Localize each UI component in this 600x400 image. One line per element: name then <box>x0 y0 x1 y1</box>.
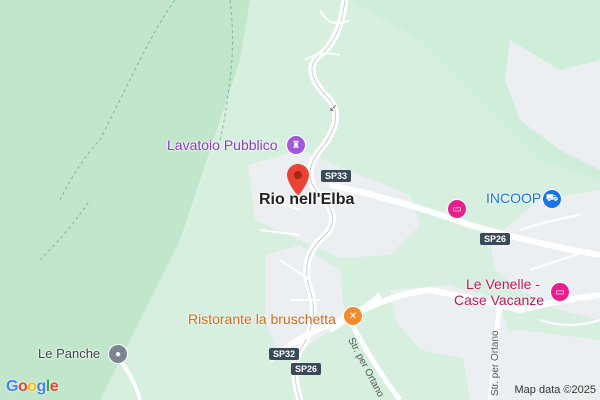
hotel-bed-icon-venelle[interactable]: ▭ <box>550 282 570 302</box>
town-label: Rio nell'Elba <box>259 191 355 208</box>
poi-label-incoop[interactable]: INCOOP <box>486 190 541 206</box>
landmark-icon[interactable]: ● <box>108 344 128 364</box>
road-direction-arrow-icon: ↙ <box>329 103 338 114</box>
poi-label-venelle-line2[interactable]: Case Vacanze <box>454 292 544 308</box>
road-shield-sp33: SP33 <box>321 170 352 182</box>
road-shield-sp26-bottom: SP26 <box>291 363 322 375</box>
poi-label-panche[interactable]: Le Panche <box>38 346 100 361</box>
road-shield-sp32: SP32 <box>269 348 300 360</box>
map-view[interactable]: Rio nell'Elba Lavatoio Pubblico ♜ SP33 ▭… <box>0 0 600 400</box>
poi-label-venelle-line1[interactable]: Le Venelle - <box>466 276 540 292</box>
street-label-ortano-2: Str. per Ortano <box>490 330 501 396</box>
road-shield-sp26-right: SP26 <box>480 233 511 245</box>
google-logo: Google <box>6 378 59 395</box>
shopping-cart-icon[interactable]: ⛟ <box>542 189 562 209</box>
hotel-bed-icon[interactable]: ▭ <box>447 199 467 219</box>
poi-label-lavatoio[interactable]: Lavatoio Pubblico <box>167 137 278 153</box>
poi-label-ristorante[interactable]: Ristorante la bruschetta <box>188 311 336 327</box>
map-attribution[interactable]: Map data ©2025 <box>515 384 597 396</box>
restaurant-icon[interactable]: ✕ <box>343 306 363 326</box>
tower-icon[interactable]: ♜ <box>286 135 306 155</box>
